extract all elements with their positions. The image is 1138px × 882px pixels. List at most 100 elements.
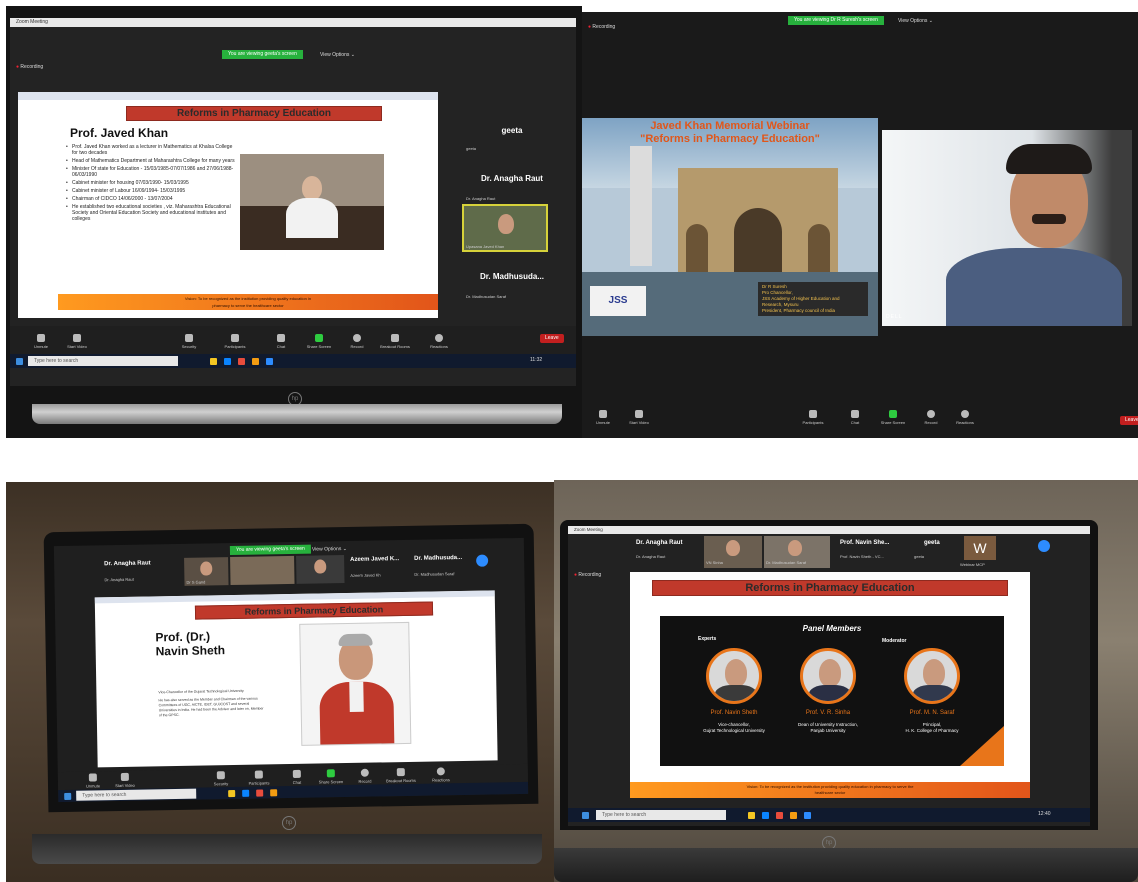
office-icon[interactable] xyxy=(776,812,783,819)
taskbar-search-input[interactable]: Type here to search xyxy=(76,788,197,801)
gateway-monument xyxy=(678,168,838,272)
view-options-button[interactable]: View Options ⌄ xyxy=(320,52,355,58)
leave-button[interactable]: Leave xyxy=(1120,416,1138,425)
reactions-button[interactable]: Reactions xyxy=(424,767,458,783)
zoom-app-icon[interactable] xyxy=(804,812,811,819)
participant-name: Dr. Anagha Raut xyxy=(104,560,151,568)
shield-icon xyxy=(216,771,225,780)
start-video-button[interactable]: Start Video xyxy=(108,772,142,789)
chrome-icon[interactable] xyxy=(270,789,278,797)
start-video-button[interactable]: Start Video xyxy=(60,334,94,349)
video-label: DELL xyxy=(886,314,903,320)
participant-video: Upasana Javed Khan xyxy=(462,204,548,252)
record-button[interactable]: Record xyxy=(340,334,374,349)
participants-button[interactable]: Participants xyxy=(796,410,830,425)
people-icon xyxy=(809,410,817,418)
photo-top-left: Zoom Meeting You are viewing geeta's scr… xyxy=(6,6,582,438)
view-options-button[interactable]: View Options ⌄ xyxy=(898,18,933,24)
folder-icon[interactable] xyxy=(748,812,755,819)
portrait-photo xyxy=(299,621,412,746)
bullet-item: Prof. Javed Khan worked as a lecturer in… xyxy=(66,144,238,156)
photo-top-right: You are viewing Dr R Suresh's screen Vie… xyxy=(582,12,1138,438)
taskbar-search-input[interactable]: Type here to search xyxy=(28,356,178,366)
share-screen-button[interactable]: Share Screen xyxy=(876,410,910,425)
participant-sub: Dr. Madhusudan Saraf xyxy=(414,571,455,577)
slide-name-line: Navin Sheth xyxy=(155,643,226,659)
speaker-card-line: President, Pharmacy council of India xyxy=(762,308,836,313)
view-options-button[interactable]: View Options ⌄ xyxy=(312,546,347,553)
edge-icon[interactable] xyxy=(242,789,250,797)
zoom-app-icon[interactable] xyxy=(266,358,273,365)
participant-video xyxy=(296,555,345,584)
record-button[interactable]: Record xyxy=(914,410,948,425)
participant-video: VN Sinha xyxy=(704,536,762,568)
window-titlebar: Zoom Meeting xyxy=(10,18,576,27)
participant-name: Dr. Anagha Raut xyxy=(636,540,683,546)
participant-sub: Azeem Javed Kh xyxy=(350,572,381,578)
viewing-banner: You are viewing geeta's screen xyxy=(222,50,303,59)
edge-icon[interactable] xyxy=(762,812,769,819)
reactions-button[interactable]: Reactions xyxy=(948,410,982,425)
share-screen-button[interactable]: Share Screen xyxy=(302,334,336,349)
next-page-icon[interactable] xyxy=(1038,540,1050,552)
office-icon[interactable] xyxy=(256,789,264,797)
member-photo xyxy=(904,648,960,704)
unmute-button[interactable]: Unmute xyxy=(586,410,620,425)
laptop-base xyxy=(32,834,542,864)
leave-button[interactable]: Leave xyxy=(540,334,564,343)
slide-title: Reforms in Pharmacy Education xyxy=(126,106,382,121)
photo-bottom-left: You are viewing geeta's screen View Opti… xyxy=(6,482,554,882)
chat-button[interactable]: Chat xyxy=(264,334,298,349)
member-role-line: Panjab University xyxy=(810,728,846,733)
speaker-video: DELL xyxy=(882,130,1132,326)
member-photo xyxy=(800,648,856,704)
share-icon xyxy=(326,769,335,778)
reactions-button[interactable]: Reactions xyxy=(422,334,456,349)
tower-building xyxy=(630,146,652,266)
taskbar-search-input[interactable]: Type here to search xyxy=(596,810,726,820)
slide-person-name: Prof. (Dr.) Navin Sheth xyxy=(155,629,225,658)
slide-title-line: "Reforms in Pharmacy Education" xyxy=(640,133,820,145)
smiley-icon xyxy=(435,334,443,342)
chat-button[interactable]: Chat xyxy=(838,410,872,425)
unmute-button[interactable]: Unmute xyxy=(76,773,110,789)
people-icon xyxy=(231,334,239,342)
slide-title-line: Javed Khan Memorial Webinar xyxy=(650,120,810,132)
record-button[interactable]: Record xyxy=(348,768,382,784)
participant-sub: Dr. Madhusudan Saraf xyxy=(766,560,807,565)
windows-start-icon[interactable] xyxy=(16,358,23,365)
windows-start-icon[interactable] xyxy=(582,812,589,819)
windows-start-icon[interactable] xyxy=(64,792,72,800)
edge-icon[interactable] xyxy=(224,358,231,365)
security-button[interactable]: Security xyxy=(204,771,238,787)
slide-bio-paragraph: He has also served as the Member and Cha… xyxy=(158,696,264,718)
chat-button[interactable]: Chat xyxy=(280,769,314,786)
start-video-button[interactable]: Start Video xyxy=(622,410,656,425)
participants-button[interactable]: Participants xyxy=(242,770,276,786)
next-page-icon[interactable] xyxy=(476,554,489,567)
zoom-control-bar: Unmute Start Video Security Participants… xyxy=(10,326,576,354)
unmute-button[interactable]: Unmute xyxy=(24,334,58,349)
shield-icon xyxy=(185,334,193,342)
participant-sub: Dr. Anagha Raut xyxy=(104,576,134,583)
office-icon[interactable] xyxy=(238,358,245,365)
shared-slide: Reforms in Pharmacy Education Panel Memb… xyxy=(630,572,1030,798)
slide-name-line: Prof. (Dr.) xyxy=(155,629,211,645)
folder-icon[interactable] xyxy=(228,789,236,798)
participants-button[interactable]: Participants xyxy=(218,334,252,349)
security-button[interactable]: Security xyxy=(172,334,206,349)
windows-taskbar: Type here to search 11:32 xyxy=(10,354,576,368)
laptop-screen: Zoom Meeting Dr. Anagha Raut Dr. Anagha … xyxy=(560,520,1098,830)
laptop-base xyxy=(32,404,562,424)
share-screen-button[interactable]: Share Screen xyxy=(314,769,348,785)
chat-icon xyxy=(277,334,285,342)
participant-sub: Prof. Navin Sheth - VC... xyxy=(840,554,884,559)
breakout-rooms-button[interactable]: Breakout Rooms xyxy=(384,768,418,784)
chrome-icon[interactable] xyxy=(790,812,797,819)
chrome-icon[interactable] xyxy=(252,358,259,365)
folder-icon[interactable] xyxy=(210,358,217,365)
share-icon xyxy=(889,410,897,418)
laptop-base xyxy=(554,848,1138,882)
camera-icon xyxy=(120,772,129,781)
breakout-rooms-button[interactable]: Breakout Rooms xyxy=(378,334,412,349)
